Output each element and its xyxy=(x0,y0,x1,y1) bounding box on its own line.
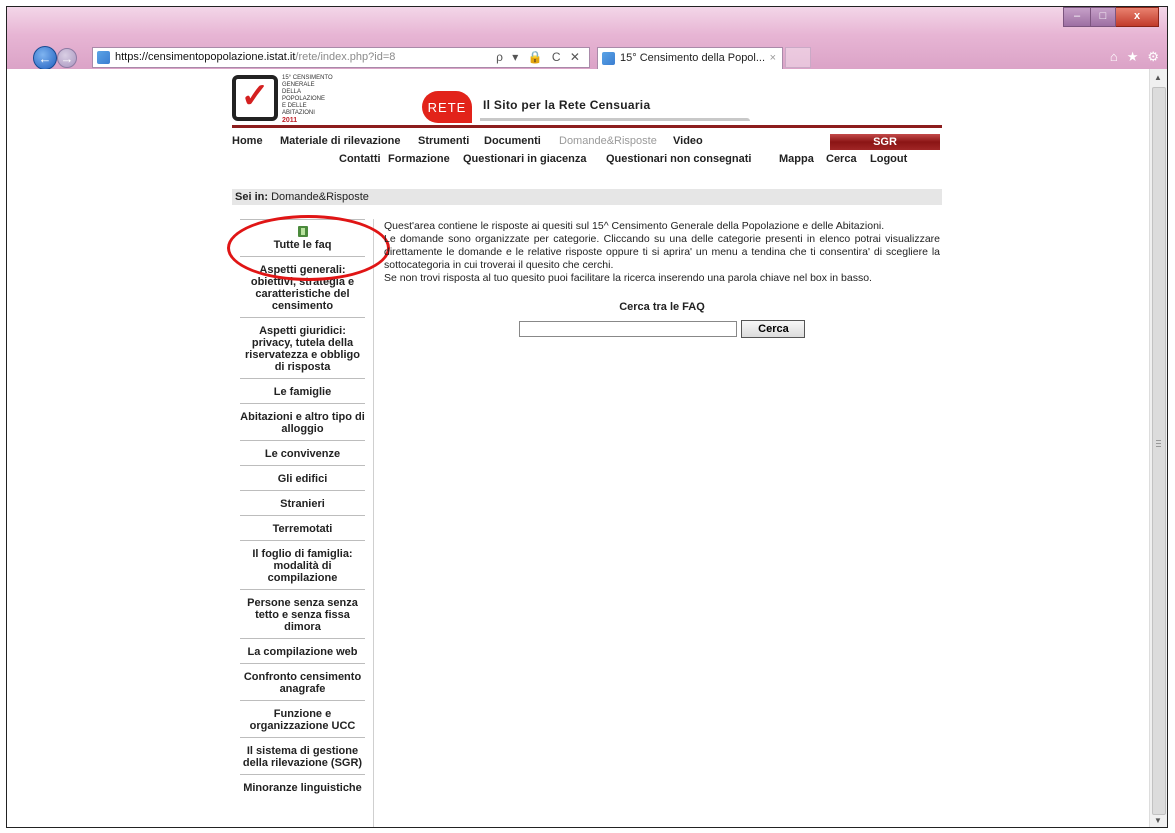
scroll-down-arrow-icon[interactable]: ▼ xyxy=(1154,816,1162,825)
grip-icon xyxy=(1156,440,1161,449)
browser-tab[interactable]: 15° Censimento della Popol... × xyxy=(597,47,783,69)
breadcrumb: Sei in: Domande&Risposte xyxy=(232,189,942,205)
scroll-up-arrow-icon[interactable]: ▲ xyxy=(1154,73,1162,82)
sidebar-item-terremotati[interactable]: Terremotati xyxy=(240,515,365,540)
url-text[interactable]: https://censimentopopolazione.istat.it/r… xyxy=(115,48,395,67)
faq-intro-content: Quest'area contiene le risposte ai quesi… xyxy=(384,220,940,338)
favorites-star-icon[interactable]: ★ xyxy=(1127,49,1139,65)
settings-gear-icon[interactable]: ⚙ xyxy=(1147,49,1159,65)
sidebar-item-aspetti-giuridici[interactable]: Aspetti giuridici: privacy, tutela della… xyxy=(240,317,365,378)
logo-caption: 15° CENSIMENTO GENERALE DELLA POPOLAZION… xyxy=(282,75,333,124)
faq-search-form: Cerca xyxy=(384,320,940,338)
menu-questionari-non-consegnati[interactable]: Questionari non consegnati xyxy=(606,153,751,165)
sidebar-item-le-convivenze[interactable]: Le convivenze xyxy=(240,440,365,465)
site-banner: RETE Il Sito per la Rete Censuaria xyxy=(422,91,882,123)
ie-favicon-icon xyxy=(97,51,110,64)
faq-search-input[interactable] xyxy=(518,321,737,337)
arrow-left-icon: ← xyxy=(38,50,52,66)
sidebar-item-foglio-di-famiglia[interactable]: Il foglio di famiglia: modalità di compi… xyxy=(240,540,365,589)
sidebar-item-funzione-ucc[interactable]: Funzione e organizzazione UCC xyxy=(240,700,365,737)
menu-video[interactable]: Video xyxy=(673,135,703,147)
menu-domande-risposte[interactable]: Domande&Risposte xyxy=(559,135,657,147)
menu-cerca[interactable]: Cerca xyxy=(826,153,857,165)
sidebar-item-stranieri[interactable]: Stranieri xyxy=(240,490,365,515)
sidebar-item-minoranze-linguistiche[interactable]: Minoranze linguistiche xyxy=(240,774,365,799)
back-button[interactable]: ← xyxy=(33,46,57,70)
sidebar-item-aspetti-generali[interactable]: Aspetti generali: obiettivi, strategia e… xyxy=(240,256,365,317)
sidebar-item-confronto-censimento-anagrafe[interactable]: Confronto censimento anagrafe xyxy=(240,663,365,700)
address-bar[interactable]: https://censimentopopolazione.istat.it/r… xyxy=(92,47,590,68)
vertical-scrollbar[interactable]: ▲ ▼ xyxy=(1149,69,1167,827)
menu-formazione[interactable]: Formazione xyxy=(388,153,450,165)
site-title: Il Sito per la Rete Censuaria xyxy=(483,98,651,112)
close-tab-icon[interactable]: × xyxy=(770,48,776,68)
menu-strumenti[interactable]: Strumenti xyxy=(418,135,469,147)
categories-paragraph: Le domande sono organizzate per categori… xyxy=(384,233,940,271)
screenshot-frame: – □ x ← → https://censimentopopolazione.… xyxy=(6,6,1168,828)
menu-contatti[interactable]: Contatti xyxy=(339,153,381,165)
browser-chrome: – □ x ← → https://censimentopopolazione.… xyxy=(7,7,1167,70)
title-underline xyxy=(480,118,750,121)
intro-paragraph: Quest'area contiene le risposte ai quesi… xyxy=(384,220,885,232)
primary-menu: Home Materiale di rilevazione Strumenti … xyxy=(232,134,942,153)
sidebar-item-gli-edifici[interactable]: Gli edifici xyxy=(240,465,365,490)
breadcrumb-prefix: Sei in: xyxy=(235,191,269,203)
home-icon[interactable]: ⌂ xyxy=(1110,49,1118,65)
menu-mappa[interactable]: Mappa xyxy=(779,153,814,165)
faq-search-title: Cerca tra le FAQ xyxy=(619,301,705,313)
rete-badge: RETE xyxy=(422,91,472,123)
tab-title: 15° Censimento della Popol... xyxy=(620,52,766,64)
menu-documenti[interactable]: Documenti xyxy=(484,135,541,147)
secondary-menu: Contatti Formazione Questionari in giace… xyxy=(232,153,942,171)
sgr-button[interactable]: SGR xyxy=(830,134,940,150)
new-tab-button[interactable] xyxy=(785,47,811,68)
sidebar-item-sistema-sgr[interactable]: Il sistema di gestione della rilevazione… xyxy=(240,737,365,774)
menu-home[interactable]: Home xyxy=(232,135,263,147)
header-divider xyxy=(232,125,942,128)
browser-toolbar-icons: ⌂ ★ ⚙ xyxy=(1110,49,1159,65)
ie-favicon-icon xyxy=(602,52,615,65)
address-tools[interactable]: ρ ▾ 🔒 C ✕ xyxy=(496,48,583,67)
sidebar-item-compilazione-web[interactable]: La compilazione web xyxy=(240,638,365,663)
window-controls: – □ x xyxy=(1063,7,1159,27)
census-logo-checkmark-icon[interactable]: ✓ xyxy=(232,75,278,121)
faq-search-button[interactable]: Cerca xyxy=(741,320,806,338)
close-window-button[interactable]: x xyxy=(1116,7,1159,27)
sidebar-item-le-famiglie[interactable]: Le famiglie xyxy=(240,378,365,403)
maximize-button[interactable]: □ xyxy=(1091,7,1116,27)
forward-button[interactable]: → xyxy=(57,48,77,68)
menu-questionari-in-giacenza[interactable]: Questionari in giacenza xyxy=(463,153,586,165)
sidebar-item-persone-senza-tetto[interactable]: Persone senza senza tetto e senza fissa … xyxy=(240,589,365,638)
page-container: ✓ 15° CENSIMENTO GENERALE DELLA POPOLAZI… xyxy=(227,69,942,827)
menu-materiale-di-rilevazione[interactable]: Materiale di rilevazione xyxy=(280,135,400,147)
excel-document-icon xyxy=(297,226,308,237)
site-header: ✓ 15° CENSIMENTO GENERALE DELLA POPOLAZI… xyxy=(232,69,942,129)
breadcrumb-current: Domande&Risposte xyxy=(271,191,369,203)
sidebar-item-abitazioni[interactable]: Abitazioni e altro tipo di alloggio xyxy=(240,403,365,440)
page-viewport: ✓ 15° CENSIMENTO GENERALE DELLA POPOLAZI… xyxy=(7,69,1150,827)
menu-logout[interactable]: Logout xyxy=(870,153,907,165)
minimize-button[interactable]: – xyxy=(1063,7,1091,27)
sidebar-item-tutte-le-faq[interactable]: Tutte le faq xyxy=(227,215,390,281)
faq-category-sidebar: Tutte le faq Aspetti generali: obiettivi… xyxy=(227,215,390,827)
search-hint-paragraph: Se non trovi risposta al tuo quesito puo… xyxy=(384,272,872,284)
arrow-right-icon: → xyxy=(60,50,74,66)
scrollbar-thumb[interactable] xyxy=(1152,87,1166,815)
